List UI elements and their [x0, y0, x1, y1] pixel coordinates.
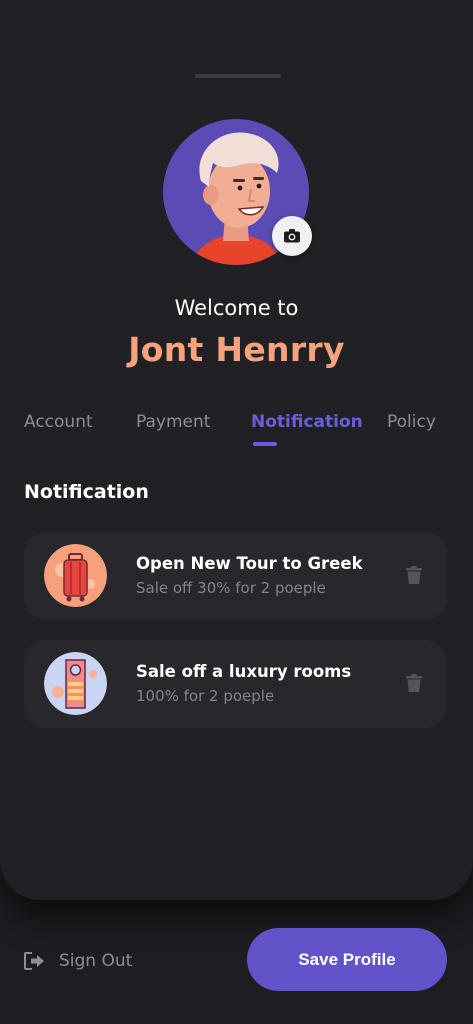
section-title: Notification: [24, 481, 149, 503]
save-profile-button[interactable]: Save Profile: [247, 928, 447, 991]
tab-account[interactable]: Account: [24, 412, 93, 432]
notification-subtitle: Sale off 30% for 2 poeple: [136, 579, 326, 597]
notification-title: Open New Tour to Greek: [136, 554, 363, 573]
notification-thumbnail: [44, 544, 107, 607]
tab-notification[interactable]: Notification: [251, 412, 363, 432]
active-tab-indicator: [253, 442, 277, 446]
trash-icon: [406, 673, 422, 692]
notification-thumbnail: [44, 652, 107, 715]
notification-item[interactable]: Open New Tour to Greek Sale off 30% for …: [24, 532, 447, 620]
sign-out-icon: [24, 952, 44, 970]
user-name: Jont Henrry: [128, 330, 345, 369]
delete-notification-button[interactable]: [403, 671, 425, 695]
notification-subtitle: 100% for 2 poeple: [136, 687, 275, 705]
profile-tabs: Account Payment Notification Policy: [0, 412, 473, 452]
door-hanger-icon: [44, 652, 107, 715]
notification-title: Sale off a luxury rooms: [136, 662, 352, 681]
avatar-container: [163, 119, 312, 265]
change-photo-button[interactable]: [272, 216, 312, 256]
trash-icon: [406, 565, 422, 584]
notification-item[interactable]: Sale off a luxury rooms 100% for 2 poepl…: [24, 640, 447, 728]
sign-out-button[interactable]: Sign Out: [24, 946, 132, 976]
tab-payment[interactable]: Payment: [136, 412, 210, 432]
welcome-text: Welcome to: [174, 296, 299, 320]
tab-policy[interactable]: Policy: [387, 412, 436, 432]
profile-screen: Welcome to Jont Henrry Account Payment N…: [0, 0, 473, 1024]
luggage-icon: [44, 544, 107, 607]
delete-notification-button[interactable]: [403, 563, 425, 587]
sign-out-label: Sign Out: [59, 951, 133, 971]
drag-handle[interactable]: [195, 74, 281, 78]
camera-icon: [284, 229, 300, 243]
profile-card: Welcome to Jont Henrry Account Payment N…: [0, 0, 473, 900]
